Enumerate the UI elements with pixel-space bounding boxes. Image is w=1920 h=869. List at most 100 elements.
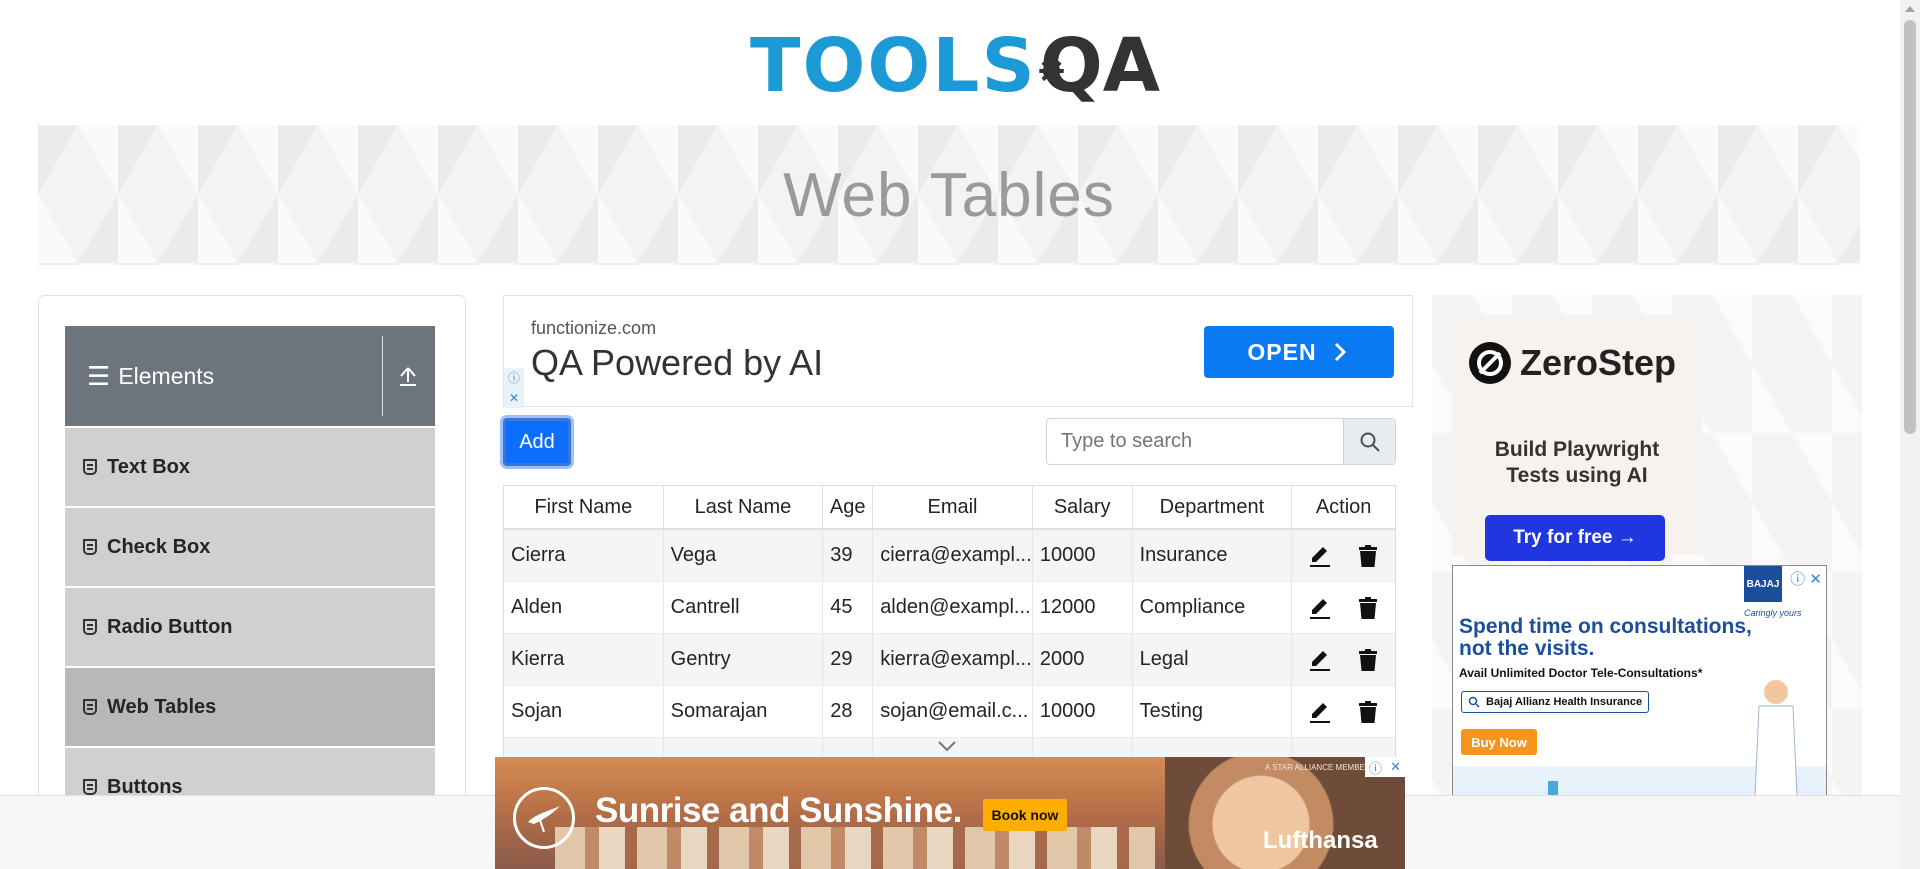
cell-action xyxy=(1292,634,1395,685)
cell-email: kierra@exampl... xyxy=(873,634,1033,685)
tagline-line-2: Tests using AI xyxy=(1506,464,1648,487)
menu-icon: ☰ xyxy=(87,360,111,391)
sidebar-item-web-tables[interactable]: Web Tables xyxy=(65,668,435,746)
cell-salary: 12000 xyxy=(1033,582,1133,633)
ad-headline: QA Powered by AI xyxy=(531,342,824,383)
web-table: First Name Last Name Age Email Salary De… xyxy=(503,485,1396,765)
tagline-line-1: Build Playwright xyxy=(1494,438,1660,461)
sidebar: ☰ Elements Text Box Check Box Radio Butt… xyxy=(38,295,466,869)
search-icon xyxy=(1468,696,1480,708)
cell-last-name: Vega xyxy=(664,530,824,581)
sidebar-item-label: Web Tables xyxy=(107,695,217,718)
toolsqa-logo[interactable]: TOOLS QA xyxy=(750,18,1160,114)
cell-email: alden@exampl... xyxy=(873,582,1033,633)
column-header-action[interactable]: Action xyxy=(1292,486,1395,528)
sidebar-item-radio-button[interactable]: Radio Button xyxy=(65,588,435,666)
edit-icon[interactable] xyxy=(1307,647,1333,673)
cell-age: 39 xyxy=(823,530,874,581)
logo-qa-text: QA xyxy=(1039,23,1160,109)
chevron-down-icon[interactable] xyxy=(935,738,959,754)
cell-salary: 10000 xyxy=(1033,686,1133,737)
column-header-age[interactable]: Age xyxy=(823,486,874,528)
cell-last-name: Cantrell xyxy=(664,582,824,633)
scroll-up-arrow[interactable] xyxy=(1905,6,1915,12)
column-header-department[interactable]: Department xyxy=(1133,486,1293,528)
delete-icon[interactable] xyxy=(1355,595,1381,621)
sidebar-group-elements[interactable]: ☰ Elements xyxy=(65,326,435,426)
table-row: Kierra Gentry 29 kierra@exampl... 2000 L… xyxy=(504,634,1395,686)
try-for-free-button[interactable]: Try for free → xyxy=(1485,515,1665,561)
html5-icon xyxy=(83,459,97,475)
cell-first-name: Alden xyxy=(504,582,664,633)
delete-icon[interactable] xyxy=(1355,647,1381,673)
ad-brand: Lufthansa xyxy=(1263,827,1378,854)
ad-open-button[interactable]: OPEN xyxy=(1204,326,1394,378)
ad-close-icon[interactable]: ⓘ ✕ xyxy=(1790,568,1822,589)
ad-lufthansa[interactable]: Sunrise and Sunshine. Book now A STAR AL… xyxy=(495,757,1405,869)
edit-icon[interactable] xyxy=(1307,543,1333,569)
ad-functionize[interactable]: functionize.com QA Powered by AI OPEN ⓘ … xyxy=(503,295,1413,408)
add-button[interactable]: Add xyxy=(503,418,571,466)
bajaj-search-text: Bajaj Allianz Health Insurance xyxy=(1486,696,1643,708)
collapse-up-icon[interactable] xyxy=(393,356,423,396)
column-header-email[interactable]: Email xyxy=(873,486,1033,528)
search-button[interactable] xyxy=(1343,419,1395,464)
cell-last-name: Somarajan xyxy=(664,686,824,737)
sidebar-menu: Text Box Check Box Radio Button Web Tabl… xyxy=(65,428,435,828)
ad-zerostep[interactable]: ZeroStep Build Playwright Tests using AI… xyxy=(1452,315,1702,561)
adchoices[interactable]: ⓘ ✕ xyxy=(1365,757,1405,777)
sidebar-item-label: Check Box xyxy=(107,535,211,558)
close-icon[interactable]: ✕ xyxy=(504,388,524,408)
page-banner: Web Tables xyxy=(38,125,1860,265)
ad-member-note: A STAR ALLIANCE MEMBER xyxy=(1265,763,1371,772)
sidebar-item-label: Text Box xyxy=(107,455,190,478)
cell-salary: 2000 xyxy=(1033,634,1133,685)
logo-tools-text: TOOLS xyxy=(750,23,1037,109)
info-icon[interactable]: ⓘ xyxy=(504,368,524,388)
column-header-first-name[interactable]: First Name xyxy=(504,486,664,528)
delete-icon[interactable] xyxy=(1355,543,1381,569)
table-row: Cierra Vega 39 cierra@exampl... 10000 In… xyxy=(504,530,1395,582)
book-now-button[interactable]: Book now xyxy=(983,799,1067,831)
column-header-last-name[interactable]: Last Name xyxy=(664,486,824,528)
cell-age: 28 xyxy=(823,686,874,737)
ad-open-label: OPEN xyxy=(1247,338,1317,365)
chevron-right-icon xyxy=(1334,342,1346,362)
search-icon xyxy=(1360,432,1380,452)
zerostep-brand: ZeroStep xyxy=(1468,341,1676,385)
html5-icon xyxy=(83,779,97,795)
zerostep-logo-icon xyxy=(1469,342,1511,384)
page-scrollbar[interactable] xyxy=(1900,0,1920,869)
adchoices[interactable]: ⓘ ✕ xyxy=(504,368,524,408)
ad-background-houses xyxy=(555,827,1155,869)
cell-age: 45 xyxy=(823,582,874,633)
search-input[interactable] xyxy=(1047,419,1343,464)
scrollbar-thumb[interactable] xyxy=(1904,20,1916,434)
cell-first-name: Kierra xyxy=(504,634,664,685)
zerostep-name: ZeroStep xyxy=(1520,342,1677,383)
buy-now-button[interactable]: Buy Now xyxy=(1461,729,1537,755)
cell-department: Testing xyxy=(1133,686,1293,737)
sidebar-item-text-box[interactable]: Text Box xyxy=(65,428,435,506)
html5-icon xyxy=(83,539,97,555)
bajaj-search-box: Bajaj Allianz Health Insurance xyxy=(1461,691,1649,713)
edit-icon[interactable] xyxy=(1307,595,1333,621)
page: TOOLS QA Web Tables ☰ Elements Text Box … xyxy=(0,0,1920,869)
column-header-salary[interactable]: Salary xyxy=(1033,486,1133,528)
bajaj-headline: Spend time on consultations, not the vis… xyxy=(1459,615,1752,660)
html5-icon xyxy=(83,619,97,635)
sidebar-group-title: Elements xyxy=(118,362,215,389)
edit-icon[interactable] xyxy=(1307,699,1333,725)
cell-email: cierra@exampl... xyxy=(873,530,1033,581)
group-divider xyxy=(382,336,383,416)
table-row: Alden Cantrell 45 alden@exampl... 12000 … xyxy=(504,582,1395,634)
sidebar-item-check-box[interactable]: Check Box xyxy=(65,508,435,586)
cell-department: Compliance xyxy=(1133,582,1293,633)
table-row: Sojan Somarajan 28 sojan@email.c... 1000… xyxy=(504,686,1395,738)
delete-icon[interactable] xyxy=(1355,699,1381,725)
close-icon[interactable]: ✕ xyxy=(1390,759,1401,775)
cell-department: Insurance xyxy=(1133,530,1293,581)
cell-last-name: Gentry xyxy=(664,634,824,685)
cell-salary: 10000 xyxy=(1033,530,1133,581)
info-icon[interactable]: ⓘ xyxy=(1369,758,1382,777)
